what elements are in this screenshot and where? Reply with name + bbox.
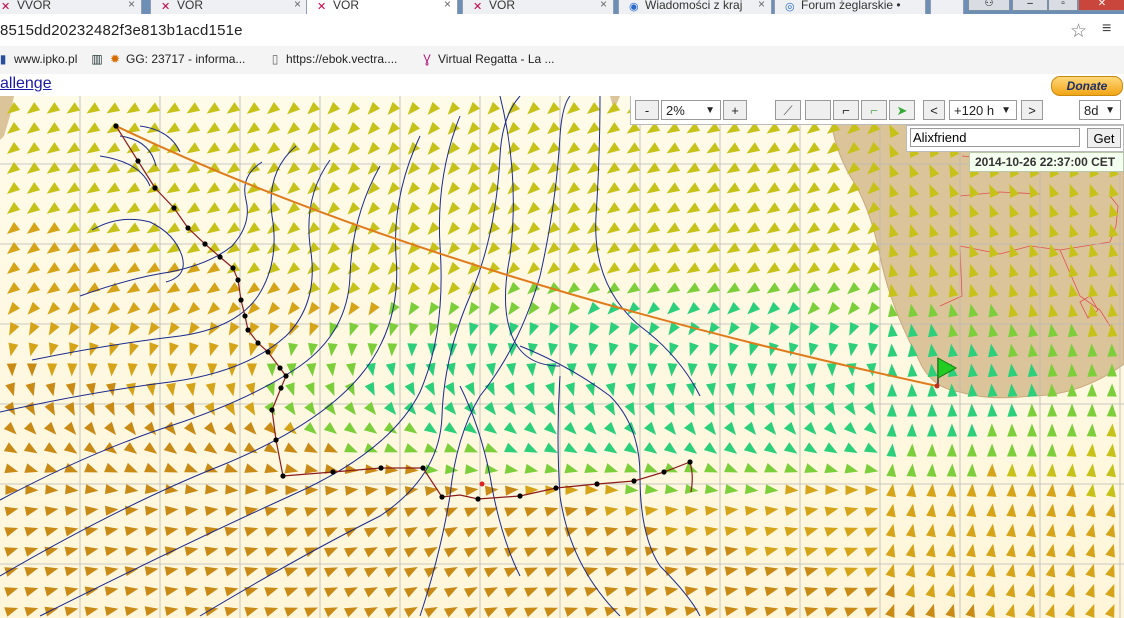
bank-icon: ▮ [0,52,7,66]
route-waypoint [661,469,667,475]
close-tab-icon[interactable]: × [128,0,135,11]
route-waypoint [687,459,693,465]
route-waypoint [517,493,523,499]
regatta-icon: Ɣ [423,52,431,66]
hamburger-menu-icon[interactable]: ≡ [1102,20,1111,38]
route-waypoint [553,485,559,491]
wind-map[interactable] [0,96,1124,618]
page-icon: ▯ [271,52,279,66]
close-tab-icon[interactable]: × [758,0,765,11]
vor-icon: ✕ [1,1,11,13]
forecast-select[interactable]: +120 h ▼ [949,100,1017,120]
route-waypoint [217,254,223,260]
browser-tab-forum[interactable]: ◎ Forum żeglarskie • [774,0,926,14]
donate-button[interactable]: Donate [1051,76,1123,96]
forecast-datetime: 2014-10-26 22:37:00 CET [969,152,1124,172]
route-waypoint [283,373,289,379]
window-close-icon[interactable]: ✕ [1078,0,1124,11]
route-waypoint [245,327,251,333]
browser-tab-vor-active[interactable]: ✕ VOR × [306,0,458,14]
route-tool-button[interactable]: ⌐ [861,100,887,120]
minimize-icon[interactable]: – [1012,0,1048,11]
route-waypoint [230,265,236,271]
route-waypoint [113,123,119,129]
route-waypoint [255,340,261,346]
route-waypoint [420,465,426,471]
wind-arrow-icon: ➤ [896,103,908,118]
maximize-icon[interactable]: ▫ [1048,0,1078,11]
vor-icon: ✕ [317,1,327,13]
range-select[interactable]: 8d ▼ [1079,100,1121,120]
route-waypoint [265,349,271,355]
browser-tab-vor-2[interactable]: ✕ VOR × [462,0,614,14]
route-icon: ⌐ [870,103,878,118]
challenge-link[interactable]: allenge [0,75,52,93]
close-tab-icon[interactable]: × [294,0,301,11]
forecast-prev-button[interactable]: < [923,100,945,120]
route-waypoint [278,385,284,391]
route-waypoint [273,437,279,443]
page-header: allenge Donate [0,74,1124,96]
get-button[interactable]: Get [1087,128,1121,148]
route-waypoint [330,469,336,475]
route-waypoint [135,158,141,164]
news-icon: ◉ [629,1,639,13]
bookmark-gg[interactable]: ▥ ✹ GG: 23717 - informa... [90,52,245,66]
vor-icon: ✕ [161,1,171,13]
wind-map-canvas[interactable] [0,96,1124,618]
track-tool-button[interactable]: ⌐ [833,100,859,120]
route-waypoint [277,365,283,371]
route-waypoint [242,313,248,319]
dropdown-arrow-icon: ▼ [1105,105,1115,116]
forum-icon: ◎ [785,1,795,13]
opacity-plus-button[interactable]: + [723,100,747,120]
bookmark-star-icon[interactable]: ☆ [1070,20,1087,43]
route-waypoint [202,241,208,247]
browser-tab-vvor[interactable]: ✕ VVOR × [0,0,142,14]
route-waypoint [439,494,445,500]
gg-status-icon: ▥ [91,52,103,66]
route-waypoint [269,407,275,413]
current-position-marker [479,481,485,487]
route-waypoint [378,465,384,471]
bookmark-vectra[interactable]: ▯ https://ebok.vectra.... [268,52,398,66]
bookmark-ipko[interactable]: ▮ www.ipko.pl [0,52,77,66]
wind-arrow-tool-button[interactable]: ➤ [889,100,915,120]
route-waypoint [280,473,286,479]
new-tab-button[interactable] [930,0,964,14]
bookmarks-bar: ▮ www.ipko.pl ▥ ✹ GG: 23717 - informa... ▯ h… [0,46,1124,75]
opacity-select[interactable]: 2% ▼ [661,100,721,120]
route-waypoint [152,185,158,191]
browser-tab-bar: ✕ VVOR × ✕ VOR × ✕ VOR × ✕ VOR × ◉ Wiado… [0,0,1124,14]
track-icon: ⌐ [842,103,850,118]
map-control-panel: - 2% ▼ + ⟋ ⌐ ⌐ ➤ < +120 h ▼ > 8d ▼ [630,96,1124,125]
route-waypoint [594,481,600,487]
route-waypoint [238,297,244,303]
url-field[interactable]: 8515dd20232482f3e813b1acd151e [0,22,243,39]
browser-tab-vor-1[interactable]: ✕ VOR × [150,0,308,14]
blank-tool-button[interactable] [805,100,831,120]
vor-icon: ✕ [473,1,483,13]
dropdown-arrow-icon: ▼ [705,105,715,116]
route-waypoint [631,478,637,484]
opacity-minus-button[interactable]: - [635,100,659,120]
user-icon[interactable]: ⚇ [968,0,1010,11]
browser-tab-wiadomosci[interactable]: ◉ Wiadomości z kraj × [618,0,772,14]
route-waypoint [235,277,241,283]
route-waypoint [475,496,481,502]
route-waypoint [171,205,177,211]
address-bar: 8515dd20232482f3e813b1acd151e ☆ ≡ [0,14,1124,47]
player-search-box: Get [906,125,1124,152]
close-tab-icon[interactable]: × [444,0,451,11]
dropdown-arrow-icon: ▼ [1001,105,1011,116]
bookmark-virtual-regatta[interactable]: Ɣ Virtual Regatta - La ... [420,52,554,66]
gg-icon: ✹ [109,52,121,66]
route-waypoint [185,225,191,231]
forecast-next-button[interactable]: > [1021,100,1043,120]
player-name-input[interactable] [910,128,1080,147]
ruler-icon: ⟋ [783,103,793,118]
ruler-tool-button[interactable]: ⟋ [775,100,801,120]
close-tab-icon[interactable]: × [600,0,607,11]
